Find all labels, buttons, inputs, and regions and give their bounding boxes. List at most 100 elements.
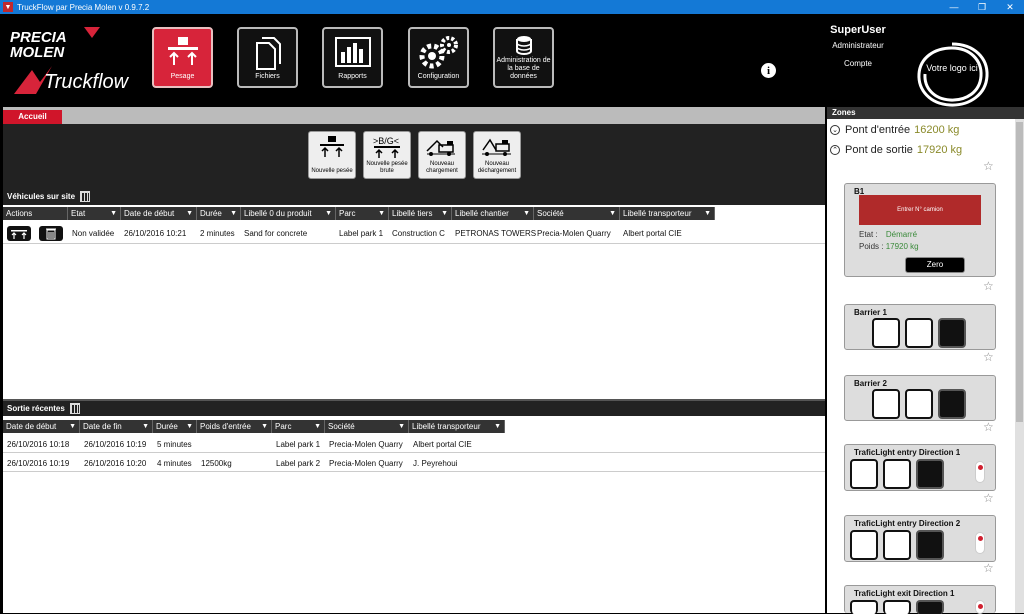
zero-button[interactable]: Zero — [905, 257, 965, 273]
chevron-down-icon[interactable]: ⌄ — [830, 125, 840, 135]
filter-icon: ▼ — [142, 423, 149, 430]
barrier-auto-icon[interactable] — [938, 389, 966, 419]
col-societe[interactable]: Société ▼ — [534, 207, 620, 220]
col-actions[interactable]: Actions — [3, 207, 68, 220]
barrier-open-icon[interactable] — [872, 318, 900, 348]
col-date-debut[interactable]: Date de début ▼ — [121, 207, 197, 220]
svg-text:MOLEN: MOLEN — [10, 44, 65, 61]
poids-value: 17920 kg — [885, 242, 919, 251]
poids-label: Poids — [859, 242, 880, 251]
table-row[interactable]: 26/10/2016 10:19 26/10/2016 10:20 4 minu… — [3, 455, 825, 472]
barrier-open-icon[interactable] — [872, 389, 900, 419]
nav-configuration-button[interactable]: Configuration — [408, 27, 469, 88]
col-etat[interactable]: Etat ▼ — [68, 207, 121, 220]
nav-pesage-button[interactable]: Pesage — [152, 27, 213, 88]
etat-value: Démarré — [885, 230, 918, 239]
close-button[interactable]: ✕ — [996, 0, 1024, 14]
col-transporteur[interactable]: Libellé transporteur ▼ — [620, 207, 715, 220]
col-duree[interactable]: Durée ▼ — [153, 420, 197, 433]
delete-row-button[interactable] — [39, 226, 63, 241]
scrollbar-thumb[interactable] — [1016, 122, 1023, 422]
star-icon[interactable]: ☆ — [983, 159, 994, 173]
zone-pont-sortie[interactable]: ⌃ Pont de sortie 17920 kg — [830, 143, 962, 157]
nav-administration-button[interactable]: Administration de la base de données — [493, 27, 554, 88]
col-societe[interactable]: Société ▼ — [325, 420, 409, 433]
star-icon[interactable]: ☆ — [983, 561, 994, 575]
minimize-button[interactable]: — — [940, 0, 968, 14]
scale-card: B1 Entrer N° camion Etat : Démarré Poids… — [844, 183, 996, 277]
green-light-icon[interactable] — [850, 600, 878, 614]
zones-scrollbar[interactable] — [1015, 119, 1024, 613]
col-produit[interactable]: Libellé 0 du produit ▼ — [241, 207, 336, 220]
new-gross-weighing-button[interactable]: >B/G< Nouvelle pesée brute — [363, 131, 411, 179]
filter-icon: ▼ — [398, 423, 405, 430]
cell-debut: 26/10/2016 10:19 — [7, 459, 70, 468]
red-light-icon[interactable] — [883, 459, 911, 489]
col-transporteur[interactable]: Libellé transporteur ▼ — [409, 420, 505, 433]
tab-accueil[interactable]: Accueil — [3, 110, 62, 124]
star-icon[interactable]: ☆ — [983, 279, 994, 293]
filter-icon: ▼ — [441, 210, 448, 217]
cell-tiers: Construction C — [392, 229, 445, 238]
col-chantier[interactable]: Libellé chantier ▼ — [452, 207, 534, 220]
new-weighing-button[interactable]: Nouvelle pesée — [308, 131, 356, 179]
app-icon: ▼ — [3, 2, 13, 12]
auto-light-icon[interactable] — [916, 459, 944, 489]
trash-icon[interactable] — [69, 403, 80, 414]
auto-light-icon[interactable] — [916, 600, 944, 614]
maximize-button[interactable]: ❐ — [968, 0, 996, 14]
info-icon[interactable]: i — [761, 63, 776, 78]
col-parc[interactable]: Parc ▼ — [336, 207, 389, 220]
red-light-icon[interactable] — [883, 530, 911, 560]
trash-icon[interactable] — [80, 191, 91, 202]
trash-icon — [46, 228, 56, 240]
filter-icon: ▼ — [523, 210, 530, 217]
col-duree[interactable]: Durée ▼ — [197, 207, 241, 220]
zone-name: Pont de sortie — [845, 144, 913, 156]
col-parc[interactable]: Parc ▼ — [272, 420, 325, 433]
nav-rapports-button[interactable]: Rapports — [322, 27, 383, 88]
action-label: Nouveau chargement — [426, 161, 458, 174]
new-unloading-button[interactable]: Nouveau déchargement — [473, 131, 521, 179]
red-light-icon[interactable] — [883, 600, 911, 614]
truck-number-display[interactable]: Entrer N° camion — [859, 195, 981, 225]
chevron-up-icon[interactable]: ⌃ — [830, 145, 840, 155]
nav-label: Rapports — [338, 73, 367, 80]
star-icon[interactable]: ☆ — [983, 420, 994, 434]
nav-fichiers-button[interactable]: Fichiers — [237, 27, 298, 88]
table-row[interactable]: 26/10/2016 10:18 26/10/2016 10:19 5 minu… — [3, 436, 825, 453]
cell-parc: Label park 1 — [276, 440, 321, 449]
weigh-row-button[interactable] — [7, 226, 31, 241]
table-row[interactable]: Non validée 26/10/2016 10:21 2 minutes S… — [3, 223, 825, 244]
col-date-debut[interactable]: Date de début ▼ — [3, 420, 80, 433]
auto-light-icon[interactable] — [916, 530, 944, 560]
svg-text:Truckflow: Truckflow — [44, 71, 130, 93]
traffic-light-card: TraficLight entry Direction 1 — [844, 444, 996, 491]
star-icon[interactable]: ☆ — [983, 491, 994, 505]
col-poids-entree[interactable]: Poids d'entrée ▼ — [197, 420, 272, 433]
barrier-lock-icon[interactable] — [905, 318, 933, 348]
weighing-icon — [320, 136, 344, 157]
col-date-fin[interactable]: Date de fin ▼ — [80, 420, 153, 433]
zone-pont-entree[interactable]: ⌄ Pont d'entrée 16200 kg — [830, 123, 959, 137]
barrier-auto-icon[interactable] — [938, 318, 966, 348]
new-loading-button[interactable]: Nouveau chargement — [418, 131, 466, 179]
filter-icon: ▼ — [325, 210, 332, 217]
svg-text:>B/G<: >B/G< — [373, 136, 399, 146]
device-name: TraficLight entry Direction 1 — [854, 448, 961, 457]
green-light-icon[interactable] — [850, 530, 878, 560]
device-name: Barrier 1 — [854, 308, 887, 317]
device-name: Barrier 2 — [854, 379, 887, 388]
barrier-card: Barrier 1 — [844, 304, 996, 350]
green-light-icon[interactable] — [850, 459, 878, 489]
filter-icon: ▼ — [609, 210, 616, 217]
cell-etat: Non validée — [72, 229, 115, 238]
filter-icon: ▼ — [494, 423, 501, 430]
col-tiers[interactable]: Libellé tiers ▼ — [389, 207, 452, 220]
account-link[interactable]: Compte — [818, 59, 898, 68]
action-label: Nouvelle pesée brute — [366, 161, 408, 174]
user-panel: SuperUser Administrateur Compte — [818, 24, 898, 68]
barrier-lock-icon[interactable] — [905, 389, 933, 419]
filter-icon: ▼ — [69, 423, 76, 430]
star-icon[interactable]: ☆ — [983, 350, 994, 364]
